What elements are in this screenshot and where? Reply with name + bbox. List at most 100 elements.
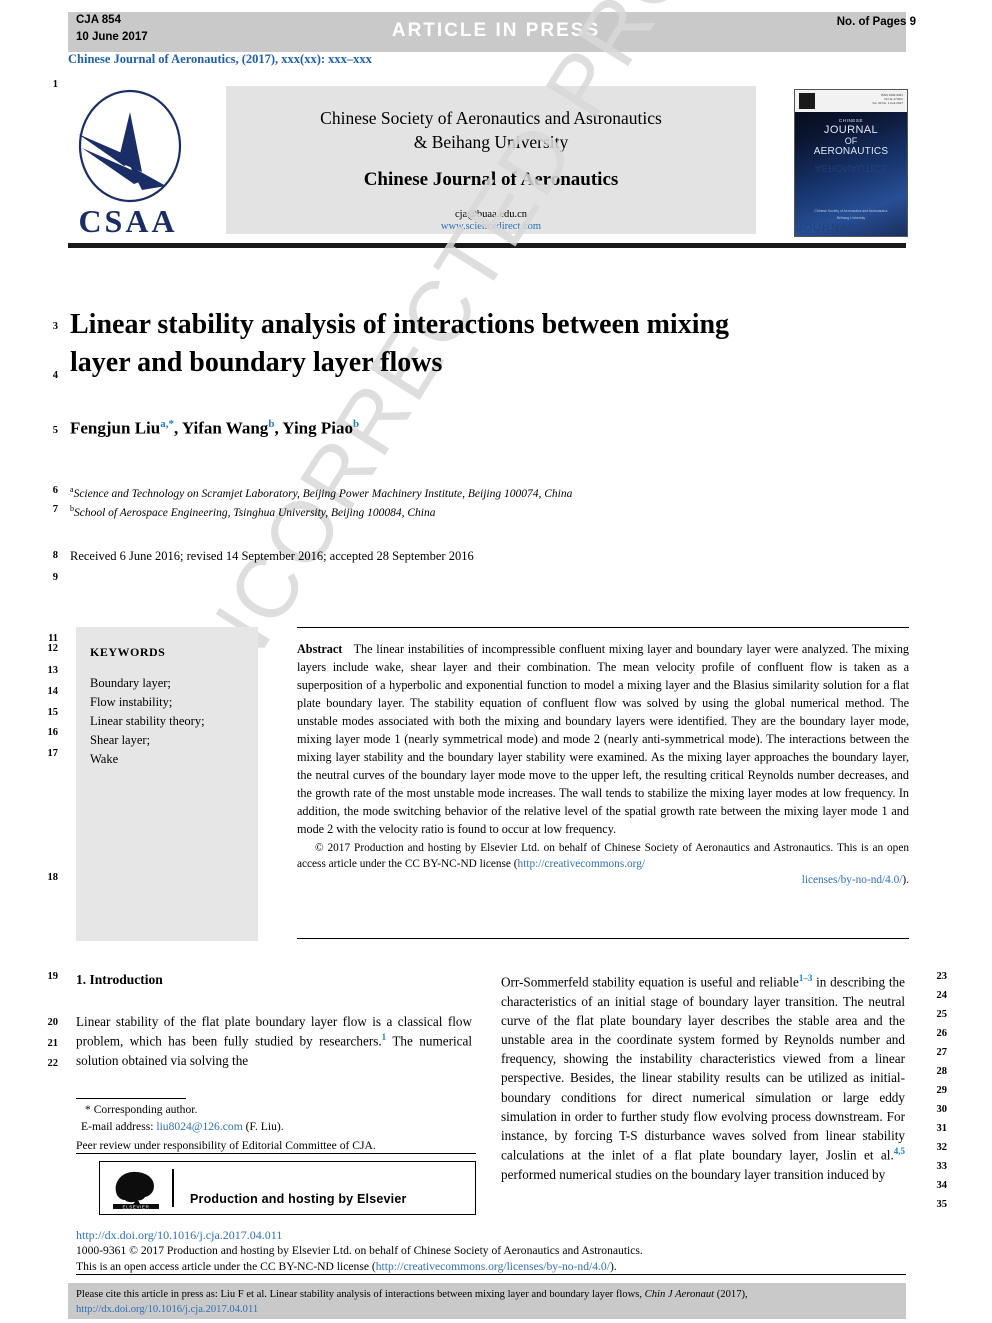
abstract-label: Abstract (297, 642, 343, 656)
abstract-text: The linear instabilities of incompressib… (297, 642, 910, 836)
affiliations: aScience and Technology on Scramjet Labo… (70, 484, 830, 523)
paper-page: UNCORRECTED PROOF CJA 854 10 June 2017 A… (0, 0, 992, 1323)
masthead-center-panel: Chinese Society of Aeronautics and Astro… (226, 86, 756, 234)
legal-rule (76, 1274, 906, 1275)
svg-text:CSAA: CSAA (78, 203, 177, 239)
peer-review-note: Peer review under responsibility of Edit… (76, 1138, 376, 1152)
citation-footer-box: Please cite this article in press as: Li… (68, 1283, 906, 1319)
intro-paragraph-right: Orr-Sommerfeld stability equation is use… (501, 973, 905, 1182)
keyword-item: Boundary layer; (90, 676, 171, 690)
article-history: Received 6 June 2016; revised 14 Septemb… (70, 549, 474, 563)
author-list: Fengjun Liua,*, Yifan Wangb, Ying Piaob (70, 418, 360, 438)
corresponding-author-note: * Corresponding author. (85, 1103, 198, 1116)
line-number: 1 (52, 79, 58, 90)
section-heading-introduction: 1. Introduction (76, 972, 163, 987)
line-number: 34 (936, 1180, 948, 1191)
journal-reference: Chinese Journal of Aeronautics, (2017), … (68, 52, 372, 66)
line-number: 33 (936, 1161, 948, 1172)
abstract-copyright: © 2017 Production and hosting by Elsevie… (297, 840, 909, 888)
cover-footer: Chinese Society of Aeronautics and Astro… (795, 208, 907, 222)
line-number: 13 (47, 665, 59, 676)
citation-pre: Please cite this article in press as: Li… (76, 1289, 645, 1300)
legal-line-2: This is an open access article under the… (76, 1259, 906, 1275)
line-number: 26 (936, 1028, 948, 1039)
line-number: 16 (47, 727, 59, 738)
line-number: 27 (936, 1047, 948, 1058)
line-number: 7 (52, 504, 58, 515)
page-count-label: No. of Pages 9 (836, 16, 916, 28)
page-title: Linear stability analysis of interaction… (70, 309, 730, 378)
line-number: 22 (47, 1058, 59, 1069)
license-link-part-1[interactable]: http://creativecommons.org/ (518, 858, 645, 870)
footnote-rule (76, 1098, 186, 1099)
footnote-rule-2 (76, 1153, 476, 1154)
keywords-heading: KEYWORDS (90, 645, 166, 659)
line-number: 14 (47, 686, 59, 697)
svg-text:ELSEVIER: ELSEVIER (122, 1204, 149, 1209)
citation-footer-text: Please cite this article in press as: Li… (68, 1283, 906, 1317)
line-number: 15 (47, 707, 59, 718)
cover-footer-line-2: Beihang University (836, 216, 866, 221)
legal-line-1: 1000-9361 © 2017 Production and hosting … (76, 1244, 643, 1257)
line-number: 8 (52, 550, 58, 561)
keyword-item: Wake (90, 752, 119, 766)
cover-line-3: OF (844, 136, 858, 146)
citation-doi-link[interactable]: http://dx.doi.org/10.1016/j.cja.2017.04.… (76, 1304, 258, 1315)
csaa-logo-icon: CSAA (78, 89, 182, 239)
line-number: 30 (936, 1104, 948, 1115)
citation-journal: Chin J Aeronaut (644, 1289, 715, 1300)
journal-title: Chinese Journal of Aeronautics (363, 169, 619, 191)
elsevier-box-divider (172, 1169, 174, 1207)
line-number: 29 (936, 1085, 948, 1096)
keywords-box: KEYWORDS Boundary layer; Flow instabilit… (76, 627, 258, 941)
cover-line-4: AERONAUTICS (813, 146, 889, 157)
line-number: 31 (936, 1123, 948, 1134)
line-number: 25 (936, 1009, 948, 1020)
line-number: 20 (47, 1017, 59, 1028)
society-name: Chinese Society of Aeronautics and Astro… (226, 106, 756, 154)
affiliation-b: bSchool of Aerospace Engineering, Tsingh… (70, 503, 830, 522)
doi-link[interactable]: http://dx.doi.org/10.1016/j.cja.2017.04.… (76, 1228, 282, 1243)
cover-title-reflection: AERONAUTICS (814, 162, 888, 173)
license-link-part-2[interactable]: licenses/by-no-nd/4.0/ (802, 874, 903, 886)
intro-paragraph-left: Linear stability of the flat plate bound… (76, 1014, 472, 1068)
cover-elsevier-mark (799, 93, 815, 109)
email-suffix: (F. Liu). (245, 1119, 284, 1133)
legal-line-2-post: ). (609, 1259, 617, 1273)
affiliation-a-text: Science and Technology on Scramjet Labor… (73, 487, 573, 500)
abstract: Abstract The linear instabilities of inc… (297, 641, 909, 888)
line-number: 9 (52, 572, 58, 583)
elsevier-hosting-box: ELSEVIER Production and hosting by Elsev… (99, 1161, 476, 1215)
line-number: 5 (52, 425, 58, 436)
legal-line-2-pre: This is an open access article under the… (76, 1259, 376, 1273)
line-number: 18 (47, 872, 59, 883)
line-number: 35 (936, 1199, 948, 1210)
cover-line-1: CHINESE (838, 118, 864, 123)
masthead-rule (68, 243, 906, 248)
legal-license-link[interactable]: http://creativecommons.org/licenses/by-n… (376, 1260, 610, 1273)
cover-top-strip: ISSN 1000-9361 CN 11-1732/V Vol. 30 No. 1 … (795, 90, 907, 112)
journal-cover-thumbnail: ISSN 1000-9361 CN 11-1732/V Vol. 30 No. 1 … (794, 89, 908, 237)
line-number: 28 (936, 1066, 948, 1077)
affiliation-b-text: School of Aerospace Engineering, Tsinghu… (74, 507, 436, 520)
line-number: 4 (52, 370, 58, 381)
citation-mid: (2017), (714, 1289, 748, 1300)
legal-notice: 1000-9361 © 2017 Production and hosting … (76, 1243, 906, 1275)
sciencedirect-link[interactable]: www.sciencedirect.com (226, 221, 756, 232)
journal-email: cja@buaa.edu.cn (454, 209, 528, 221)
keywords-list: Boundary layer; Flow instability; Linear… (90, 674, 258, 769)
cover-footer-line-1: Chinese Society of Aeronautics and Astro… (814, 209, 888, 214)
email-link[interactable]: liu8024@126.com (156, 1120, 242, 1133)
abstract-bottom-rule (297, 938, 909, 939)
keyword-item: Flow instability; (90, 695, 173, 709)
footnote-block: * Corresponding author. E-mail address: … (76, 1102, 476, 1154)
line-number: 32 (936, 1142, 948, 1153)
line-number: 24 (936, 990, 948, 1001)
line-number: 6 (52, 485, 58, 496)
elsevier-logo-svg: ELSEVIER (113, 1171, 159, 1209)
cover-issn-meta: ISSN 1000-9361 CN 11-1732/V Vol. 30 No. 1 … (872, 93, 903, 106)
cover-title: CHINESE JOURNAL OF AERONAUTICS (795, 118, 907, 157)
line-number: 21 (47, 1038, 59, 1049)
keyword-item: Shear layer; (90, 733, 151, 747)
cover-line-2: JOURNAL (823, 124, 879, 136)
